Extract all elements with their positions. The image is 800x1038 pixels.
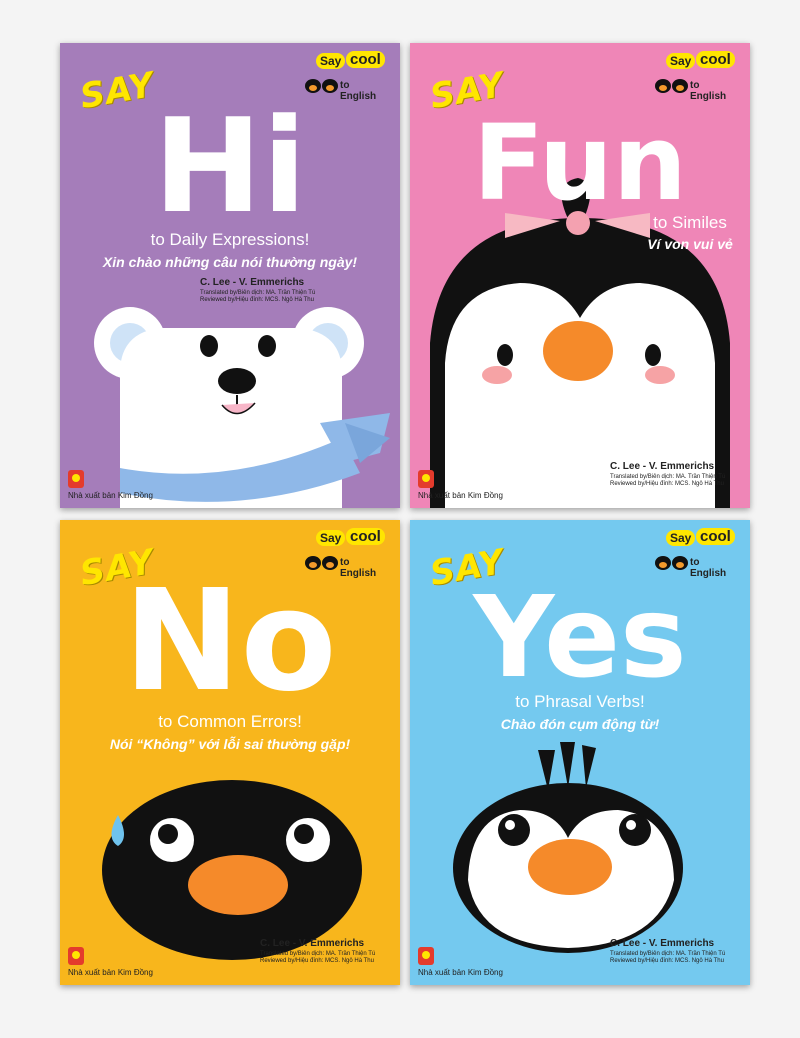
- penguin-logo-icon: [305, 79, 338, 93]
- cover-vietnamese-title: Xin chào những câu nói thường ngày!: [102, 254, 358, 270]
- kim-dong-logo-icon: [418, 947, 434, 965]
- series-to-english: to English: [690, 557, 727, 579]
- series-say: Say: [316, 530, 346, 546]
- series-cool: cool: [696, 51, 735, 68]
- publisher: Nhà xuất bản Kim Đồng: [418, 470, 503, 500]
- cover-vietnamese-title: Nói “Không” với lỗi sai thường gặp!: [109, 736, 351, 752]
- credits: C. Lee - V. Emmerichs Translated by/Biên…: [260, 938, 375, 966]
- cover-subtitle: to Similes: [653, 213, 727, 232]
- book-cover-fun[interactable]: SAY Say cool to English Fun to Similes V…: [410, 43, 750, 508]
- kim-dong-logo-icon: [68, 947, 84, 965]
- cover-subtitle: to Daily Expressions!: [150, 230, 310, 249]
- penguin-logo-icon: [655, 79, 688, 93]
- book-cover-yes[interactable]: SAY Say cool to English Yes to Phrasal V…: [410, 520, 750, 985]
- cover-vietnamese-title: Ví von vui vẻ: [647, 236, 733, 252]
- series-logo: Say cool to English: [650, 51, 738, 102]
- cover-vietnamese-title: Chào đón cụm động từ!: [500, 716, 660, 732]
- series-logo: Say cool to English: [650, 528, 738, 579]
- publisher-name: Nhà xuất bản Kim Đồng: [418, 491, 503, 500]
- translator: Translated by/Biên dịch: MA. Trần Thiện …: [200, 289, 316, 296]
- publisher: Nhà xuất bản Kim Đồng: [68, 470, 153, 500]
- publisher-name: Nhà xuất bản Kim Đồng: [68, 491, 153, 500]
- cover-title: Hi: [153, 90, 307, 242]
- kim-dong-logo-icon: [418, 470, 434, 488]
- authors: C. Lee - V. Emmerichs: [260, 938, 365, 949]
- authors: C. Lee - V. Emmerichs: [200, 277, 305, 288]
- publisher-name: Nhà xuất bản Kim Đồng: [418, 968, 503, 977]
- translator: Translated by/Biên dịch: MA. Trần Thiện …: [610, 950, 726, 957]
- credits: C. Lee - V. Emmerichs Translated by/Biên…: [610, 938, 725, 966]
- series-cool: cool: [696, 528, 735, 545]
- credits: C. Lee - V. Emmerichs Translated by/Biên…: [200, 277, 315, 305]
- credits: C. Lee - V. Emmerichs Translated by/Biên…: [610, 461, 725, 489]
- penguin-logo-icon: [655, 556, 688, 570]
- authors: C. Lee - V. Emmerichs: [610, 461, 715, 472]
- series-cool: cool: [346, 528, 385, 545]
- authors: C. Lee - V. Emmerichs: [610, 938, 715, 949]
- book-cover-hi[interactable]: SAY Say cool to English Hi to Daily Expr…: [60, 43, 400, 508]
- cover-title: Yes: [473, 573, 687, 703]
- publisher: Nhà xuất bản Kim Đồng: [418, 947, 503, 977]
- kim-dong-logo-icon: [68, 470, 84, 488]
- cover-subtitle: to Common Errors!: [158, 712, 302, 731]
- reviewer: Reviewed by/Hiệu đính: MCS. Ngô Hà Thu: [200, 297, 314, 303]
- translator: Translated by/Biên dịch: MA. Trần Thiện …: [260, 950, 376, 957]
- reviewer: Reviewed by/Hiệu đính: MCS. Ngô Hà Thu: [610, 481, 724, 487]
- book-cover-no[interactable]: SAY Say cool to English No to Common Err…: [60, 520, 400, 985]
- publisher: Nhà xuất bản Kim Đồng: [68, 947, 153, 977]
- cover-title: No: [123, 560, 337, 723]
- series-to-english: to English: [690, 80, 727, 102]
- cover-title: Fun: [473, 102, 687, 224]
- publisher-name: Nhà xuất bản Kim Đồng: [68, 968, 153, 977]
- translator: Translated by/Biên dịch: MA. Trần Thiện …: [610, 473, 726, 480]
- reviewer: Reviewed by/Hiệu đính: MCS. Ngô Hà Thu: [260, 958, 374, 964]
- series-say: Say: [666, 53, 696, 69]
- series-logo: Say cool to English: [300, 51, 388, 102]
- series-say: Say: [316, 53, 346, 69]
- series-say: Say: [666, 530, 696, 546]
- reviewer: Reviewed by/Hiệu đính: MCS. Ngô Hà Thu: [610, 958, 724, 964]
- series-to-english: to English: [340, 80, 377, 102]
- cover-subtitle: to Phrasal Verbs!: [515, 692, 645, 711]
- series-cool: cool: [346, 51, 385, 68]
